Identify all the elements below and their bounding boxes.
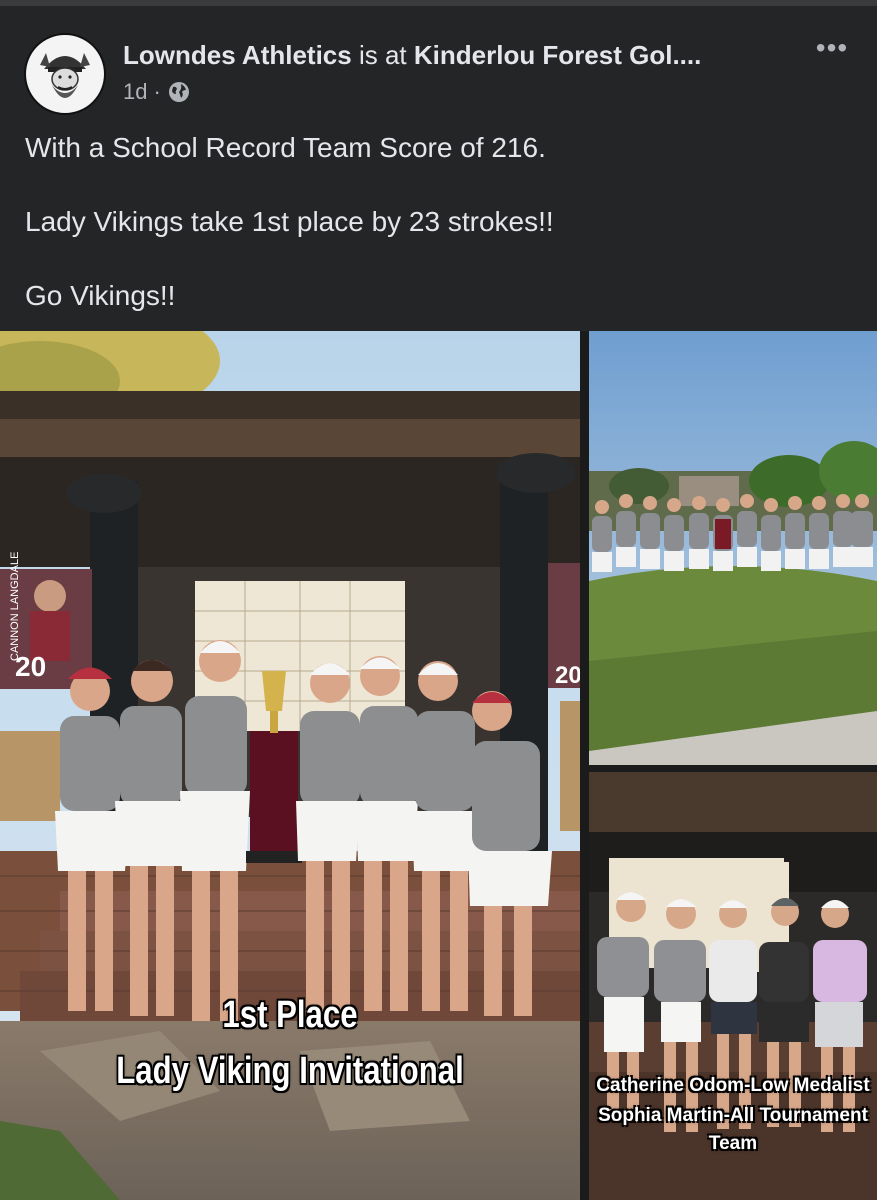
photo-caption-subtitle: Lady Viking Invitational (116, 1050, 464, 1092)
post-header: Lowndes Athletics is at Kinderlou Forest… (123, 40, 803, 71)
photo-caption-title: 1st Place (222, 994, 358, 1036)
post-text-line: With a School Record Team Score of 216. (25, 132, 546, 163)
photo-divider (589, 765, 877, 772)
globe-icon (168, 82, 189, 102)
post-time[interactable]: 1d (123, 79, 147, 105)
photo-divider (580, 331, 589, 1200)
author-name[interactable]: Lowndes Athletics (123, 40, 352, 70)
banner-name: CANNON LANGDALE (9, 552, 21, 661)
location-name[interactable]: Kinderlou Forest Gol.... (414, 40, 701, 70)
banner-year-right: 20 (555, 662, 580, 689)
photo-top-right[interactable] (589, 331, 877, 765)
more-options-icon[interactable]: ••• (812, 34, 852, 68)
top-bar (0, 0, 877, 6)
medalist-caption-line: Sophia Martin-All Tournament (598, 1105, 868, 1126)
medalist-caption-line: Team (708, 1133, 758, 1154)
meta-separator: · (153, 79, 161, 104)
medalist-caption-line: Catherine Odom-Low Medalist (596, 1075, 870, 1096)
header-connector: is at (351, 40, 414, 70)
post-text-line: Lady Vikings take 1st place by 23 stroke… (25, 206, 554, 237)
page-avatar[interactable] (24, 33, 106, 115)
post-text-line: Go Vikings!! (25, 280, 176, 311)
post-meta: 1d · (123, 79, 191, 105)
viking-logo-icon (27, 36, 103, 112)
post-body: With a School Record Team Score of 216. … (25, 130, 554, 314)
team-group-photo-illustration (589, 331, 877, 765)
